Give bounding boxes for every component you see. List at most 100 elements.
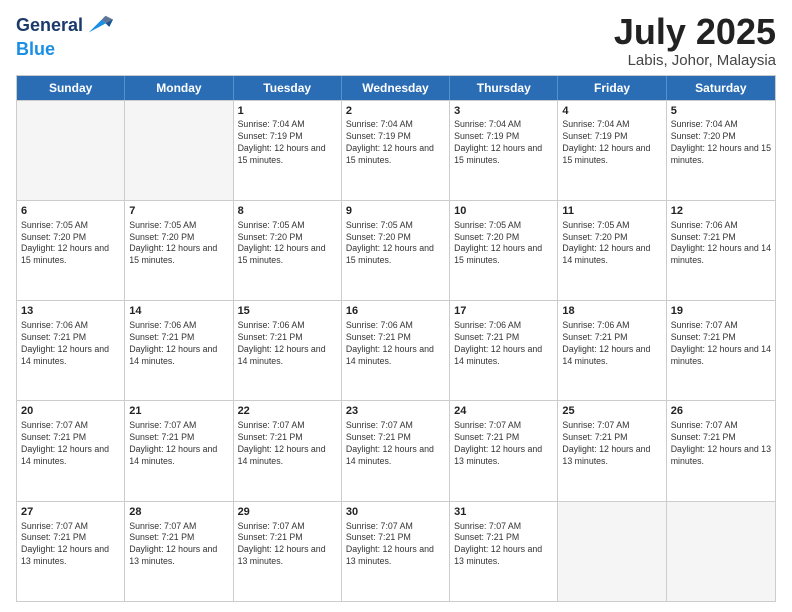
calendar-cell: 14Sunrise: 7:06 AMSunset: 7:21 PMDayligh… <box>125 301 233 400</box>
cell-info: Sunrise: 7:06 AMSunset: 7:21 PMDaylight:… <box>562 320 661 368</box>
calendar-header-saturday: Saturday <box>667 76 775 100</box>
day-number: 18 <box>562 304 661 319</box>
cell-info: Sunrise: 7:04 AMSunset: 7:19 PMDaylight:… <box>454 119 553 167</box>
cell-info: Sunrise: 7:07 AMSunset: 7:21 PMDaylight:… <box>238 521 337 569</box>
header: General Blue July 2025 Labis, Johor, Mal… <box>16 12 776 69</box>
calendar-header-friday: Friday <box>558 76 666 100</box>
day-number: 29 <box>238 505 337 520</box>
cell-info: Sunrise: 7:07 AMSunset: 7:21 PMDaylight:… <box>671 320 771 368</box>
calendar-cell: 12Sunrise: 7:06 AMSunset: 7:21 PMDayligh… <box>667 201 775 300</box>
day-number: 21 <box>129 404 228 419</box>
day-number: 22 <box>238 404 337 419</box>
calendar-cell <box>558 502 666 601</box>
day-number: 28 <box>129 505 228 520</box>
cell-info: Sunrise: 7:05 AMSunset: 7:20 PMDaylight:… <box>21 220 120 268</box>
calendar-header-tuesday: Tuesday <box>234 76 342 100</box>
cell-info: Sunrise: 7:07 AMSunset: 7:21 PMDaylight:… <box>129 521 228 569</box>
cell-info: Sunrise: 7:07 AMSunset: 7:21 PMDaylight:… <box>454 420 553 468</box>
calendar-cell: 27Sunrise: 7:07 AMSunset: 7:21 PMDayligh… <box>17 502 125 601</box>
cell-info: Sunrise: 7:05 AMSunset: 7:20 PMDaylight:… <box>129 220 228 268</box>
day-number: 1 <box>238 104 337 119</box>
calendar-header-row: SundayMondayTuesdayWednesdayThursdayFrid… <box>17 76 775 100</box>
month-title: July 2025 <box>614 12 776 52</box>
calendar-cell: 5Sunrise: 7:04 AMSunset: 7:20 PMDaylight… <box>667 101 775 200</box>
calendar-header-sunday: Sunday <box>17 76 125 100</box>
cell-info: Sunrise: 7:06 AMSunset: 7:21 PMDaylight:… <box>129 320 228 368</box>
logo-text: General <box>16 16 83 36</box>
cell-info: Sunrise: 7:07 AMSunset: 7:21 PMDaylight:… <box>671 420 771 468</box>
day-number: 26 <box>671 404 771 419</box>
cell-info: Sunrise: 7:07 AMSunset: 7:21 PMDaylight:… <box>562 420 661 468</box>
day-number: 4 <box>562 104 661 119</box>
day-number: 27 <box>21 505 120 520</box>
cell-info: Sunrise: 7:07 AMSunset: 7:21 PMDaylight:… <box>238 420 337 468</box>
calendar-cell: 28Sunrise: 7:07 AMSunset: 7:21 PMDayligh… <box>125 502 233 601</box>
day-number: 20 <box>21 404 120 419</box>
calendar-cell: 13Sunrise: 7:06 AMSunset: 7:21 PMDayligh… <box>17 301 125 400</box>
day-number: 3 <box>454 104 553 119</box>
calendar-cell <box>125 101 233 200</box>
calendar-week-2: 6Sunrise: 7:05 AMSunset: 7:20 PMDaylight… <box>17 200 775 300</box>
day-number: 17 <box>454 304 553 319</box>
day-number: 5 <box>671 104 771 119</box>
cell-info: Sunrise: 7:05 AMSunset: 7:20 PMDaylight:… <box>562 220 661 268</box>
day-number: 12 <box>671 204 771 219</box>
day-number: 13 <box>21 304 120 319</box>
day-number: 23 <box>346 404 445 419</box>
calendar-cell <box>17 101 125 200</box>
calendar-cell: 31Sunrise: 7:07 AMSunset: 7:21 PMDayligh… <box>450 502 558 601</box>
day-number: 14 <box>129 304 228 319</box>
cell-info: Sunrise: 7:04 AMSunset: 7:19 PMDaylight:… <box>346 119 445 167</box>
cell-info: Sunrise: 7:06 AMSunset: 7:21 PMDaylight:… <box>346 320 445 368</box>
calendar-header-wednesday: Wednesday <box>342 76 450 100</box>
calendar-cell: 3Sunrise: 7:04 AMSunset: 7:19 PMDaylight… <box>450 101 558 200</box>
day-number: 19 <box>671 304 771 319</box>
day-number: 11 <box>562 204 661 219</box>
cell-info: Sunrise: 7:04 AMSunset: 7:19 PMDaylight:… <box>562 119 661 167</box>
calendar-week-3: 13Sunrise: 7:06 AMSunset: 7:21 PMDayligh… <box>17 300 775 400</box>
cell-info: Sunrise: 7:07 AMSunset: 7:21 PMDaylight:… <box>346 521 445 569</box>
cell-info: Sunrise: 7:06 AMSunset: 7:21 PMDaylight:… <box>238 320 337 368</box>
cell-info: Sunrise: 7:06 AMSunset: 7:21 PMDaylight:… <box>454 320 553 368</box>
calendar-cell: 8Sunrise: 7:05 AMSunset: 7:20 PMDaylight… <box>234 201 342 300</box>
logo: General Blue <box>16 12 113 60</box>
day-number: 30 <box>346 505 445 520</box>
calendar-cell: 30Sunrise: 7:07 AMSunset: 7:21 PMDayligh… <box>342 502 450 601</box>
day-number: 8 <box>238 204 337 219</box>
calendar-cell: 26Sunrise: 7:07 AMSunset: 7:21 PMDayligh… <box>667 401 775 500</box>
calendar-cell: 29Sunrise: 7:07 AMSunset: 7:21 PMDayligh… <box>234 502 342 601</box>
cell-info: Sunrise: 7:07 AMSunset: 7:21 PMDaylight:… <box>454 521 553 569</box>
calendar-cell: 16Sunrise: 7:06 AMSunset: 7:21 PMDayligh… <box>342 301 450 400</box>
location: Labis, Johor, Malaysia <box>614 52 776 69</box>
calendar-body: 1 Sunrise: 7:04 AMSunset: 7:19 PMDaylight… <box>17 100 775 601</box>
cell-info: Sunrise: 7:07 AMSunset: 7:21 PMDaylight:… <box>21 420 120 468</box>
day-number: 7 <box>129 204 228 219</box>
cell-info: Sunrise: 7:06 AMSunset: 7:21 PMDaylight:… <box>21 320 120 368</box>
calendar-cell: 20Sunrise: 7:07 AMSunset: 7:21 PMDayligh… <box>17 401 125 500</box>
day-number: 15 <box>238 304 337 319</box>
calendar-cell: 19Sunrise: 7:07 AMSunset: 7:21 PMDayligh… <box>667 301 775 400</box>
calendar-week-1: 1 Sunrise: 7:04 AMSunset: 7:19 PMDaylight… <box>17 100 775 200</box>
logo-icon <box>85 12 113 40</box>
day-number: 16 <box>346 304 445 319</box>
calendar-cell <box>667 502 775 601</box>
calendar-cell: 24Sunrise: 7:07 AMSunset: 7:21 PMDayligh… <box>450 401 558 500</box>
calendar-cell: 6Sunrise: 7:05 AMSunset: 7:20 PMDaylight… <box>17 201 125 300</box>
title-block: July 2025 Labis, Johor, Malaysia <box>614 12 776 69</box>
calendar-cell: 4Sunrise: 7:04 AMSunset: 7:19 PMDaylight… <box>558 101 666 200</box>
calendar-cell: 1Sunrise: 7:04 AMSunset: 7:19 PMDaylight… <box>234 101 342 200</box>
logo-blue-text: Blue <box>16 40 55 60</box>
calendar-cell: 7Sunrise: 7:05 AMSunset: 7:20 PMDaylight… <box>125 201 233 300</box>
cell-info: Sunrise: 7:07 AMSunset: 7:21 PMDaylight:… <box>21 521 120 569</box>
cell-info: Sunrise: 7:04 AMSunset: 7:20 PMDaylight:… <box>671 119 771 167</box>
cell-info: Sunrise: 7:07 AMSunset: 7:21 PMDaylight:… <box>129 420 228 468</box>
calendar-cell: 25Sunrise: 7:07 AMSunset: 7:21 PMDayligh… <box>558 401 666 500</box>
calendar-cell: 17Sunrise: 7:06 AMSunset: 7:21 PMDayligh… <box>450 301 558 400</box>
cell-info: Sunrise: 7:05 AMSunset: 7:20 PMDaylight:… <box>454 220 553 268</box>
cell-info: Sunrise: 7:07 AMSunset: 7:21 PMDaylight:… <box>346 420 445 468</box>
day-number: 25 <box>562 404 661 419</box>
calendar-header-monday: Monday <box>125 76 233 100</box>
day-number: 6 <box>21 204 120 219</box>
calendar-cell: 21Sunrise: 7:07 AMSunset: 7:21 PMDayligh… <box>125 401 233 500</box>
cell-info: Sunrise: 7:06 AMSunset: 7:21 PMDaylight:… <box>671 220 771 268</box>
